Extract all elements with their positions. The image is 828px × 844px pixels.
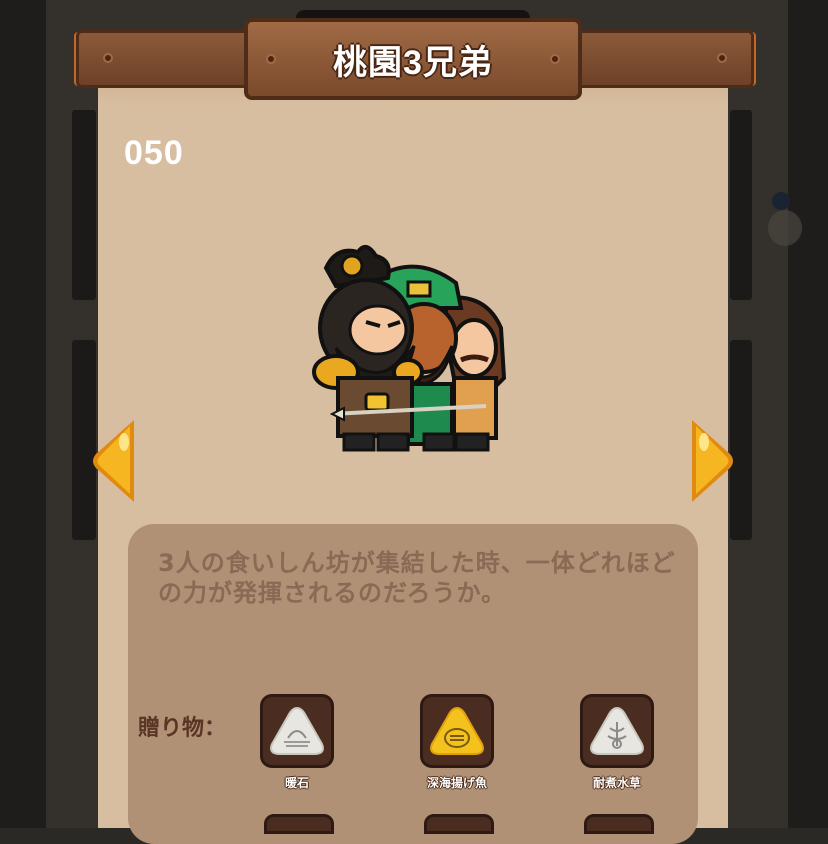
right-wall: [788, 0, 828, 828]
page-title: 桃園3兄弟: [333, 43, 493, 82]
arrow-right-icon: [692, 420, 733, 502]
gift-icon-frame: [420, 694, 494, 768]
warm-stone-icon: [270, 706, 324, 755]
character-portrait: [296, 238, 516, 462]
right-slab-top: [730, 110, 752, 300]
gift-item-partial[interactable]: [264, 814, 334, 834]
gift-item-fried-fish[interactable]: 深海揚げ魚: [412, 694, 502, 791]
gift-item-partial[interactable]: [424, 814, 494, 834]
gift-item-warm-stone[interactable]: 暖石: [252, 694, 342, 791]
left-slab-top: [72, 110, 96, 300]
bolt-icon: [103, 53, 113, 63]
character-description: 3人の食いしん坊が集結した時、一体どれほどの力が発揮されるのだろうか。: [158, 549, 676, 607]
three-brothers-portrait: [312, 244, 507, 452]
bolt-icon: [717, 53, 727, 63]
fried-fish-icon: [430, 706, 484, 755]
lamp-ornament-icon: [772, 192, 790, 210]
lamp-glow: [768, 210, 802, 246]
gift-name: 耐煮水草: [592, 776, 641, 790]
gift-icon-frame: [580, 694, 654, 768]
gift-name: 暖石: [284, 776, 309, 790]
prev-character-button[interactable]: [90, 418, 136, 504]
gift-name: 深海揚げ魚: [426, 776, 487, 790]
arrow-left-icon: [93, 420, 134, 502]
water-weed-icon: [590, 706, 644, 755]
gift-icon-frame: [260, 694, 334, 768]
left-wall: [0, 0, 46, 828]
bolt-icon: [550, 54, 560, 64]
character-number: 050: [124, 134, 184, 172]
gifts-label: 贈り物：: [138, 716, 227, 741]
bolt-icon: [266, 54, 276, 64]
gift-item-partial[interactable]: [584, 814, 654, 834]
title-plate: 桃園3兄弟: [244, 18, 582, 100]
next-character-button[interactable]: [690, 418, 736, 504]
gift-item-water-weed[interactable]: 耐煮水草: [572, 694, 662, 791]
